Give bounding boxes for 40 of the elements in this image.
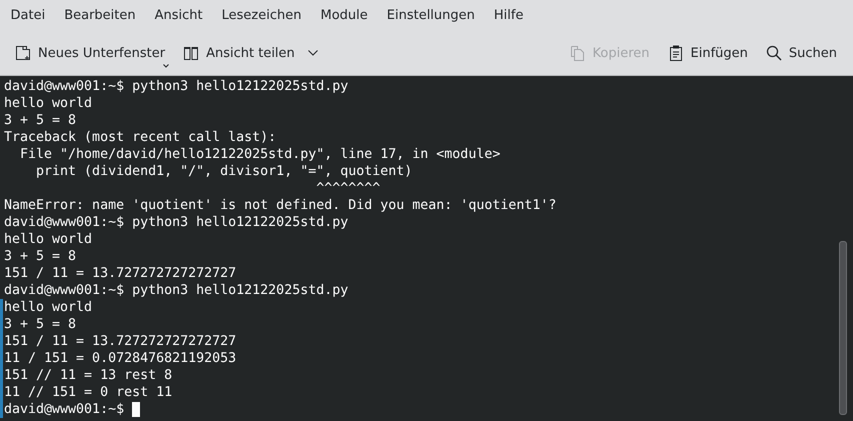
terminal-line: david@www001:~$ python3 hello12122025std.py [4,78,348,95]
menu-item[interactable]: Bearbeiten [54,8,146,23]
terminal-line: hello world [4,95,92,112]
terminal-line: 11 / 151 = 0.0728476821192053 [4,350,236,367]
terminal-line: 11 // 151 = 0 rest 11 [4,384,172,401]
menu-item[interactable]: Ansicht [145,8,212,23]
terminal-line: 3 + 5 = 8 [4,248,76,265]
split-button[interactable]: Ansicht teilen [176,41,325,65]
search-button[interactable]: Suchen [758,41,844,65]
menu-item[interactable]: Datei [1,8,55,23]
terminal-line: 3 + 5 = 8 [4,316,76,333]
terminal-line: david@www001:~$ [4,401,124,418]
terminal-line: NameError: name 'quotient' is not defined. Did you mean: 'quotient1'? [4,197,556,214]
terminal-line: hello world [4,299,92,316]
scrollbar[interactable] [839,241,847,415]
terminal-line: hello world [4,231,92,248]
caret-icon [163,64,170,68]
terminal-line: 3 + 5 = 8 [4,112,76,129]
terminal-line: david@www001:~$ python3 hello12122025std.py [4,214,348,231]
terminal-line: ^^^^^^^^ [315,180,380,197]
terminal-line: 151 / 11 = 13.727272727272727 [4,265,236,282]
terminal-line: print (dividend1, "/", divisor1, "=", quotient) [35,163,412,180]
new-tab-icon [15,45,31,61]
terminal-line: david@www001:~$ python3 hello12122025std.py [4,282,348,299]
clipboard-icon [668,45,684,61]
terminal-line: 151 / 11 = 13.727272727272727 [4,333,236,350]
new-tab-button[interactable]: Neues Unterfenster [8,41,172,65]
terminal-line: 151 // 11 = 13 rest 8 [4,367,172,384]
search-icon [766,45,782,61]
menu-item[interactable]: Lesezeichen [212,8,311,23]
menu-item[interactable]: Hilfe [484,8,533,23]
caret-icon [308,50,318,56]
paste-button[interactable]: Einfügen [660,41,755,65]
split-view-icon [183,45,200,61]
terminal-line: Traceback (most recent call last): [4,129,276,146]
terminal-line: File "/home/david/hello12122025std.py", line 17, in <module> [19,146,500,163]
menu-item[interactable]: Module [310,8,378,23]
menu-item[interactable]: Einstellungen [377,8,484,23]
terminal-panel[interactable] [0,76,853,421]
copy-icon [570,45,586,61]
